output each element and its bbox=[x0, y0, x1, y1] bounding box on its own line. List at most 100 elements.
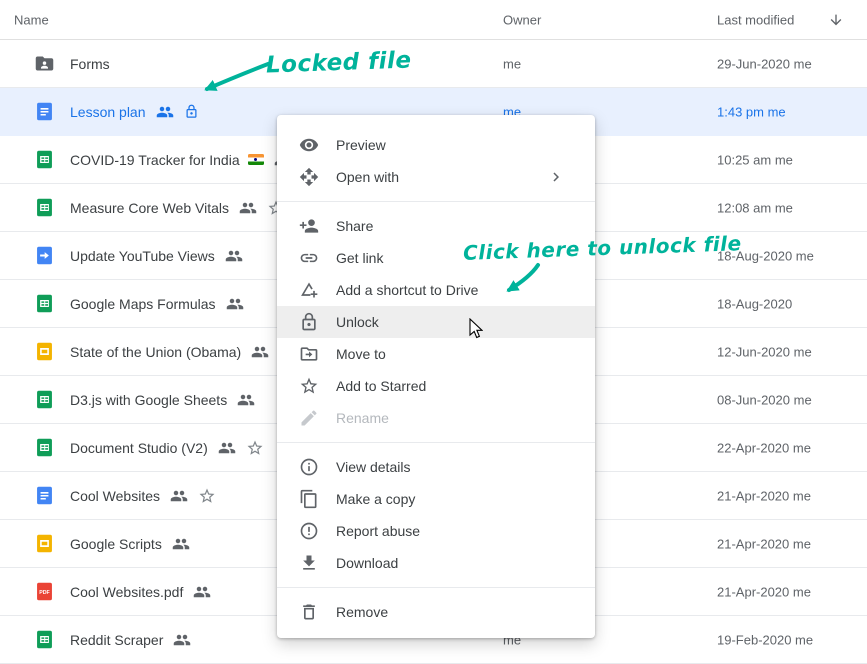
list-header: Name Owner Last modified bbox=[0, 0, 867, 40]
shared-people-icon bbox=[156, 103, 174, 121]
file-modified: 10:25 am me bbox=[717, 152, 793, 167]
menu-item-label: Remove bbox=[336, 604, 388, 620]
context-menu: Preview Open with Share Get link Add a s… bbox=[277, 115, 595, 638]
menu-item-download[interactable]: Download bbox=[277, 547, 595, 579]
column-header-last-modified[interactable]: Last modified bbox=[717, 12, 794, 27]
menu-item-label: Move to bbox=[336, 346, 386, 362]
annotation-arrow-to-unlock bbox=[492, 258, 552, 308]
menu-item-unlock[interactable]: Unlock bbox=[277, 306, 595, 338]
shared-people-icon bbox=[239, 199, 257, 217]
menu-item-open-with[interactable]: Open with bbox=[277, 161, 595, 193]
file-name: D3.js with Google Sheets bbox=[70, 392, 227, 408]
file-modified: 22-Apr-2020 me bbox=[717, 440, 811, 455]
link-icon bbox=[299, 248, 319, 268]
file-name: Update YouTube Views bbox=[70, 248, 215, 264]
column-header-name[interactable]: Name bbox=[14, 12, 49, 27]
shared-people-icon bbox=[226, 295, 244, 313]
slides-icon bbox=[34, 341, 55, 362]
file-modified: 12:08 am me bbox=[717, 200, 793, 215]
india-flag-icon bbox=[248, 154, 264, 165]
menu-item-label: View details bbox=[336, 459, 410, 475]
menu-item-label: Share bbox=[336, 218, 373, 234]
menu-divider bbox=[277, 201, 595, 202]
shared-folder-icon bbox=[34, 53, 55, 74]
menu-item-label: Report abuse bbox=[336, 523, 420, 539]
menu-item-label: Open with bbox=[336, 169, 399, 185]
file-modified: 12-Jun-2020 me bbox=[717, 344, 812, 359]
arrow-file-icon bbox=[34, 245, 55, 266]
sheets-icon bbox=[34, 629, 55, 650]
drive-file-list: Name Owner Last modified Forms me 29-Jun… bbox=[0, 0, 867, 664]
menu-item-label: Make a copy bbox=[336, 491, 415, 507]
file-name: Measure Core Web Vitals bbox=[70, 200, 229, 216]
sheets-icon bbox=[34, 389, 55, 410]
pdf-icon bbox=[34, 581, 55, 602]
docs-icon bbox=[34, 101, 55, 122]
lock-icon bbox=[184, 104, 199, 119]
file-modified: 21-Apr-2020 me bbox=[717, 584, 811, 599]
menu-item-make-a-copy[interactable]: Make a copy bbox=[277, 483, 595, 515]
menu-item-report-abuse[interactable]: Report abuse bbox=[277, 515, 595, 547]
slides-icon bbox=[34, 533, 55, 554]
file-name: Lesson plan bbox=[70, 104, 146, 120]
file-modified: 19-Feb-2020 me bbox=[717, 632, 813, 647]
menu-divider bbox=[277, 442, 595, 443]
file-name: Document Studio (V2) bbox=[70, 440, 208, 456]
person-add-icon bbox=[299, 216, 319, 236]
sheets-icon bbox=[34, 149, 55, 170]
file-name: COVID-19 Tracker for India bbox=[70, 152, 240, 168]
docs-icon bbox=[34, 485, 55, 506]
report-icon bbox=[299, 521, 319, 541]
shared-people-icon bbox=[225, 247, 243, 265]
column-header-owner[interactable]: Owner bbox=[503, 12, 541, 27]
file-row[interactable]: Forms me 29-Jun-2020 me bbox=[0, 40, 867, 88]
file-modified: 18-Aug-2020 bbox=[717, 296, 792, 311]
folder-move-icon bbox=[299, 344, 319, 364]
menu-item-label: Get link bbox=[336, 250, 383, 266]
menu-item-label: Add to Starred bbox=[336, 378, 426, 394]
shared-people-icon bbox=[237, 391, 255, 409]
star-icon bbox=[246, 439, 264, 457]
file-name: Google Maps Formulas bbox=[70, 296, 216, 312]
file-name: Cool Websites.pdf bbox=[70, 584, 183, 600]
menu-item-rename: Rename bbox=[277, 402, 595, 434]
menu-item-add-to-starred[interactable]: Add to Starred bbox=[277, 370, 595, 402]
menu-item-label: Download bbox=[336, 555, 398, 571]
sheets-icon bbox=[34, 293, 55, 314]
sheets-icon bbox=[34, 197, 55, 218]
shared-people-icon bbox=[173, 631, 191, 649]
menu-item-view-details[interactable]: View details bbox=[277, 451, 595, 483]
lock-icon bbox=[299, 312, 319, 332]
file-modified: 1:43 pm me bbox=[717, 104, 786, 119]
file-owner: me bbox=[503, 56, 521, 71]
file-modified: 21-Apr-2020 me bbox=[717, 488, 811, 503]
menu-item-label: Preview bbox=[336, 137, 386, 153]
drive-shortcut-icon bbox=[299, 280, 319, 300]
menu-item-preview[interactable]: Preview bbox=[277, 129, 595, 161]
menu-divider bbox=[277, 587, 595, 588]
eye-icon bbox=[299, 135, 319, 155]
sort-arrow-down-icon[interactable] bbox=[828, 12, 844, 28]
file-name: Forms bbox=[70, 56, 110, 72]
file-modified: 21-Apr-2020 me bbox=[717, 536, 811, 551]
download-icon bbox=[299, 553, 319, 573]
shared-people-icon bbox=[172, 535, 190, 553]
file-name: Cool Websites bbox=[70, 488, 160, 504]
menu-item-remove[interactable]: Remove bbox=[277, 596, 595, 628]
sheets-icon bbox=[34, 437, 55, 458]
file-name: State of the Union (Obama) bbox=[70, 344, 241, 360]
star-icon bbox=[299, 376, 319, 396]
file-modified: 08-Jun-2020 me bbox=[717, 392, 812, 407]
copy-icon bbox=[299, 489, 319, 509]
annotation-locked-file: Locked file bbox=[266, 47, 412, 78]
file-modified: 29-Jun-2020 me bbox=[717, 56, 812, 71]
shared-people-icon bbox=[193, 583, 211, 601]
star-icon bbox=[198, 487, 216, 505]
shared-people-icon bbox=[170, 487, 188, 505]
menu-item-move-to[interactable]: Move to bbox=[277, 338, 595, 370]
file-name: Google Scripts bbox=[70, 536, 162, 552]
file-name: Reddit Scraper bbox=[70, 632, 163, 648]
shared-people-icon bbox=[218, 439, 236, 457]
annotation-arrow-to-lock bbox=[190, 58, 275, 103]
pencil-icon bbox=[299, 408, 319, 428]
